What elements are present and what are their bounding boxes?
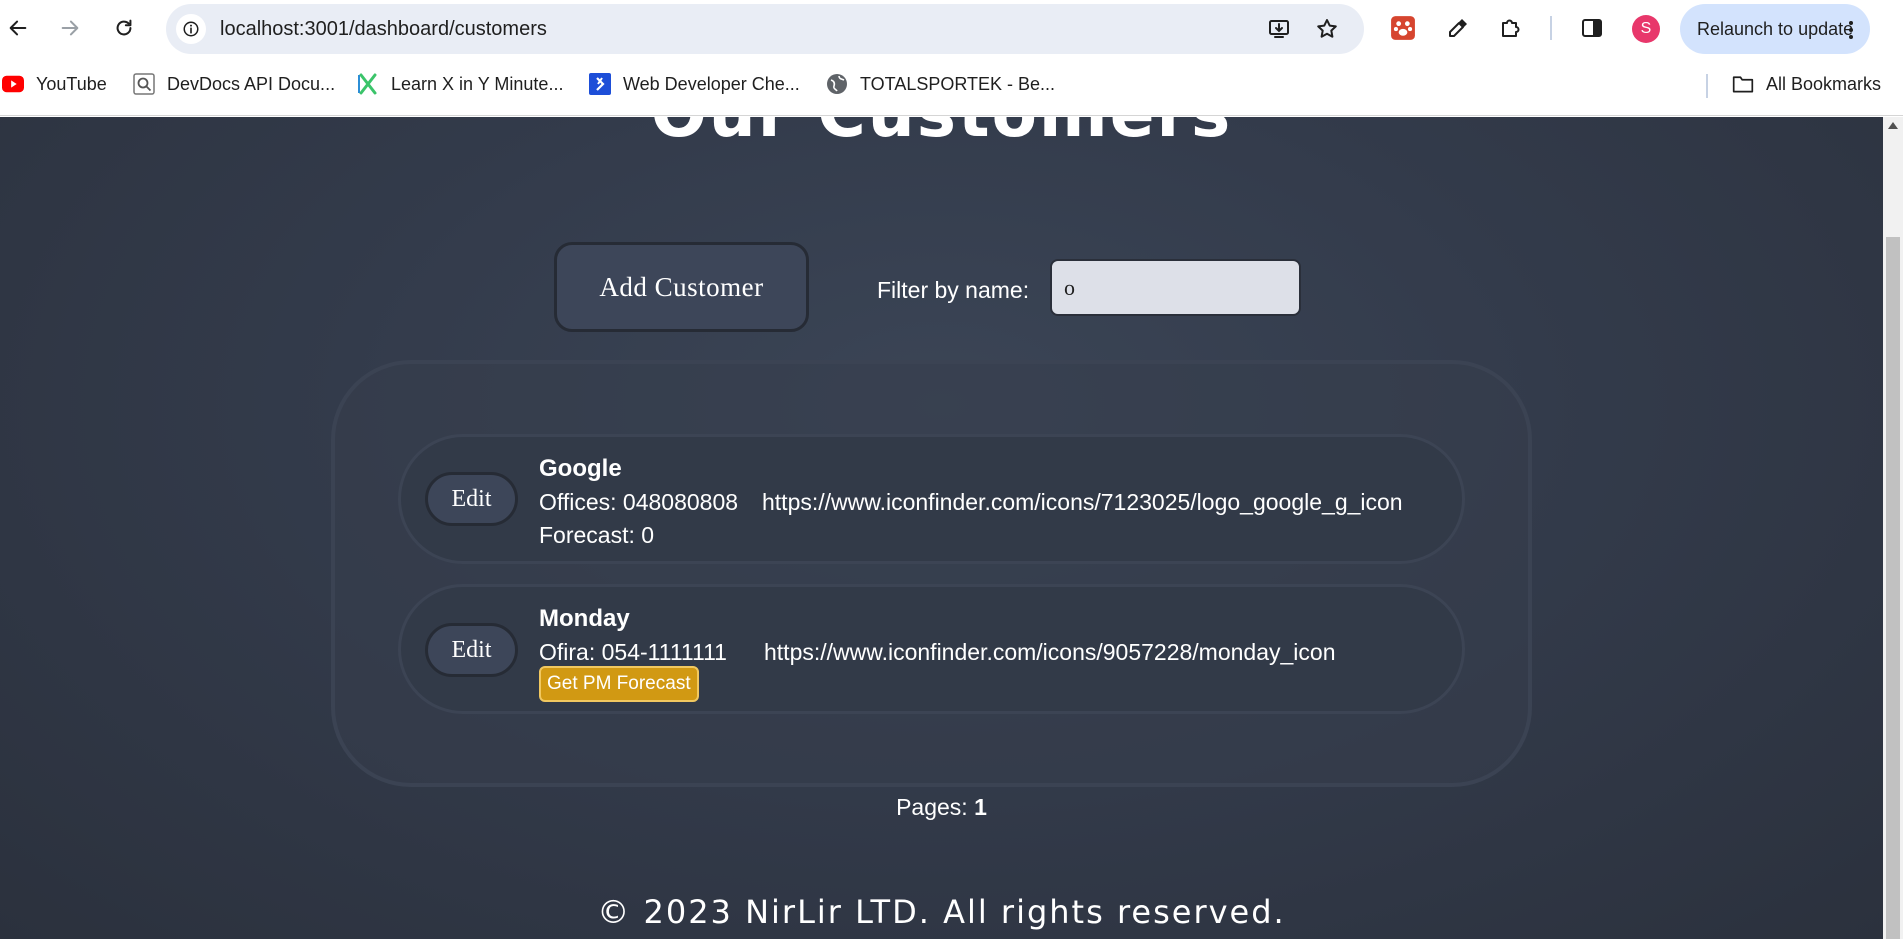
page-title: Our Customers xyxy=(0,117,1883,152)
footer-copyright: © 2023 NirLir LTD. All rights reserved. xyxy=(597,893,1286,931)
bookmark-label: TOTALSPORTEK - Be... xyxy=(860,73,1056,94)
relaunch-button[interactable]: Relaunch to update xyxy=(1680,4,1870,54)
customer-card-google: Edit Google Offices: 048080808 https://w… xyxy=(398,434,1465,564)
bookmark-label: Learn X in Y Minute... xyxy=(391,73,564,94)
bookmark-star-icon[interactable] xyxy=(1314,16,1340,42)
page-viewport: Our Customers Add Customer Filter by nam… xyxy=(0,117,1883,939)
customer-list xyxy=(331,360,1532,787)
site-info-icon[interactable] xyxy=(176,14,206,44)
bookmarks-bar: YouTube DevDocs API Docu... Learn X in Y… xyxy=(0,58,1903,116)
forward-button[interactable] xyxy=(52,10,88,46)
customer-name: Monday xyxy=(539,605,630,632)
back-arrow-icon xyxy=(9,20,27,36)
all-bookmarks-button[interactable]: All Bookmarks xyxy=(1732,70,1881,98)
customer-contact: Offices: 048080808 xyxy=(539,489,739,515)
get-pm-forecast-button[interactable]: Get PM Forecast xyxy=(539,666,699,702)
customer-forecast: Forecast: 0 xyxy=(539,522,655,548)
bookmark-label: DevDocs API Docu... xyxy=(167,73,336,94)
page-number[interactable]: 1 xyxy=(974,794,987,820)
bookmarks-divider xyxy=(1706,74,1708,98)
scroll-thumb[interactable] xyxy=(1886,237,1900,939)
customer-logo-url: https://www.iconfinder.com/icons/9057228… xyxy=(764,639,1336,665)
youtube-icon xyxy=(2,73,24,95)
extensions-puzzle-icon[interactable] xyxy=(1496,13,1526,43)
bookmark-totalsportek[interactable]: TOTALSPORTEK - Be... xyxy=(826,70,1055,98)
more-menu-icon[interactable] xyxy=(1848,21,1854,39)
bookmark-webdev[interactable]: Web Developer Che... xyxy=(589,70,800,98)
edit-button[interactable]: Edit xyxy=(425,472,518,526)
toolbar-divider xyxy=(1550,16,1552,40)
forward-arrow-icon xyxy=(61,20,79,36)
learnx-icon xyxy=(357,73,379,95)
add-customer-button[interactable]: Add Customer xyxy=(554,242,809,332)
filter-label: Filter by name: xyxy=(877,277,1030,303)
customer-contact: Ofira: 054-1111111 xyxy=(539,639,727,665)
filter-name-input[interactable] xyxy=(1050,259,1301,316)
customer-name: Google xyxy=(539,455,622,482)
address-bar[interactable]: localhost:3001/dashboard/customers xyxy=(166,4,1364,54)
scroll-up-arrow-icon[interactable] xyxy=(1888,122,1898,129)
install-app-icon[interactable] xyxy=(1266,16,1292,42)
devdocs-icon xyxy=(133,73,155,95)
edit-button[interactable]: Edit xyxy=(425,623,518,677)
eyedropper-icon[interactable] xyxy=(1443,13,1473,43)
extension-paw-icon[interactable] xyxy=(1388,13,1418,43)
address-url[interactable]: localhost:3001/dashboard/customers xyxy=(220,4,547,54)
relaunch-label: Relaunch to update xyxy=(1697,19,1854,39)
reload-icon xyxy=(116,19,132,36)
back-button[interactable] xyxy=(0,10,36,46)
side-panel-icon[interactable] xyxy=(1577,13,1607,43)
reload-button[interactable] xyxy=(106,10,142,46)
browser-toolbar: localhost:3001/dashboard/customers S Rel… xyxy=(0,0,1903,58)
globe-icon xyxy=(826,73,848,95)
profile-avatar[interactable]: S xyxy=(1632,15,1660,43)
customer-logo-url: https://www.iconfinder.com/icons/7123025… xyxy=(762,489,1403,515)
pages-label: Pages: xyxy=(896,794,968,820)
vertical-scrollbar[interactable] xyxy=(1883,117,1903,939)
bookmark-learnx[interactable]: Learn X in Y Minute... xyxy=(357,70,563,98)
webdev-icon xyxy=(589,73,611,95)
pagination: Pages: 1 xyxy=(0,794,1883,821)
bookmark-label: YouTube xyxy=(36,73,107,94)
folder-icon xyxy=(1732,73,1754,95)
bookmark-youtube[interactable]: YouTube xyxy=(2,70,107,98)
all-bookmarks-label: All Bookmarks xyxy=(1766,73,1882,94)
customer-card-monday: Edit Monday Ofira: 054-1111111 https://w… xyxy=(398,584,1465,714)
bookmark-label: Web Developer Che... xyxy=(623,73,800,94)
bookmark-devdocs[interactable]: DevDocs API Docu... xyxy=(133,70,335,98)
